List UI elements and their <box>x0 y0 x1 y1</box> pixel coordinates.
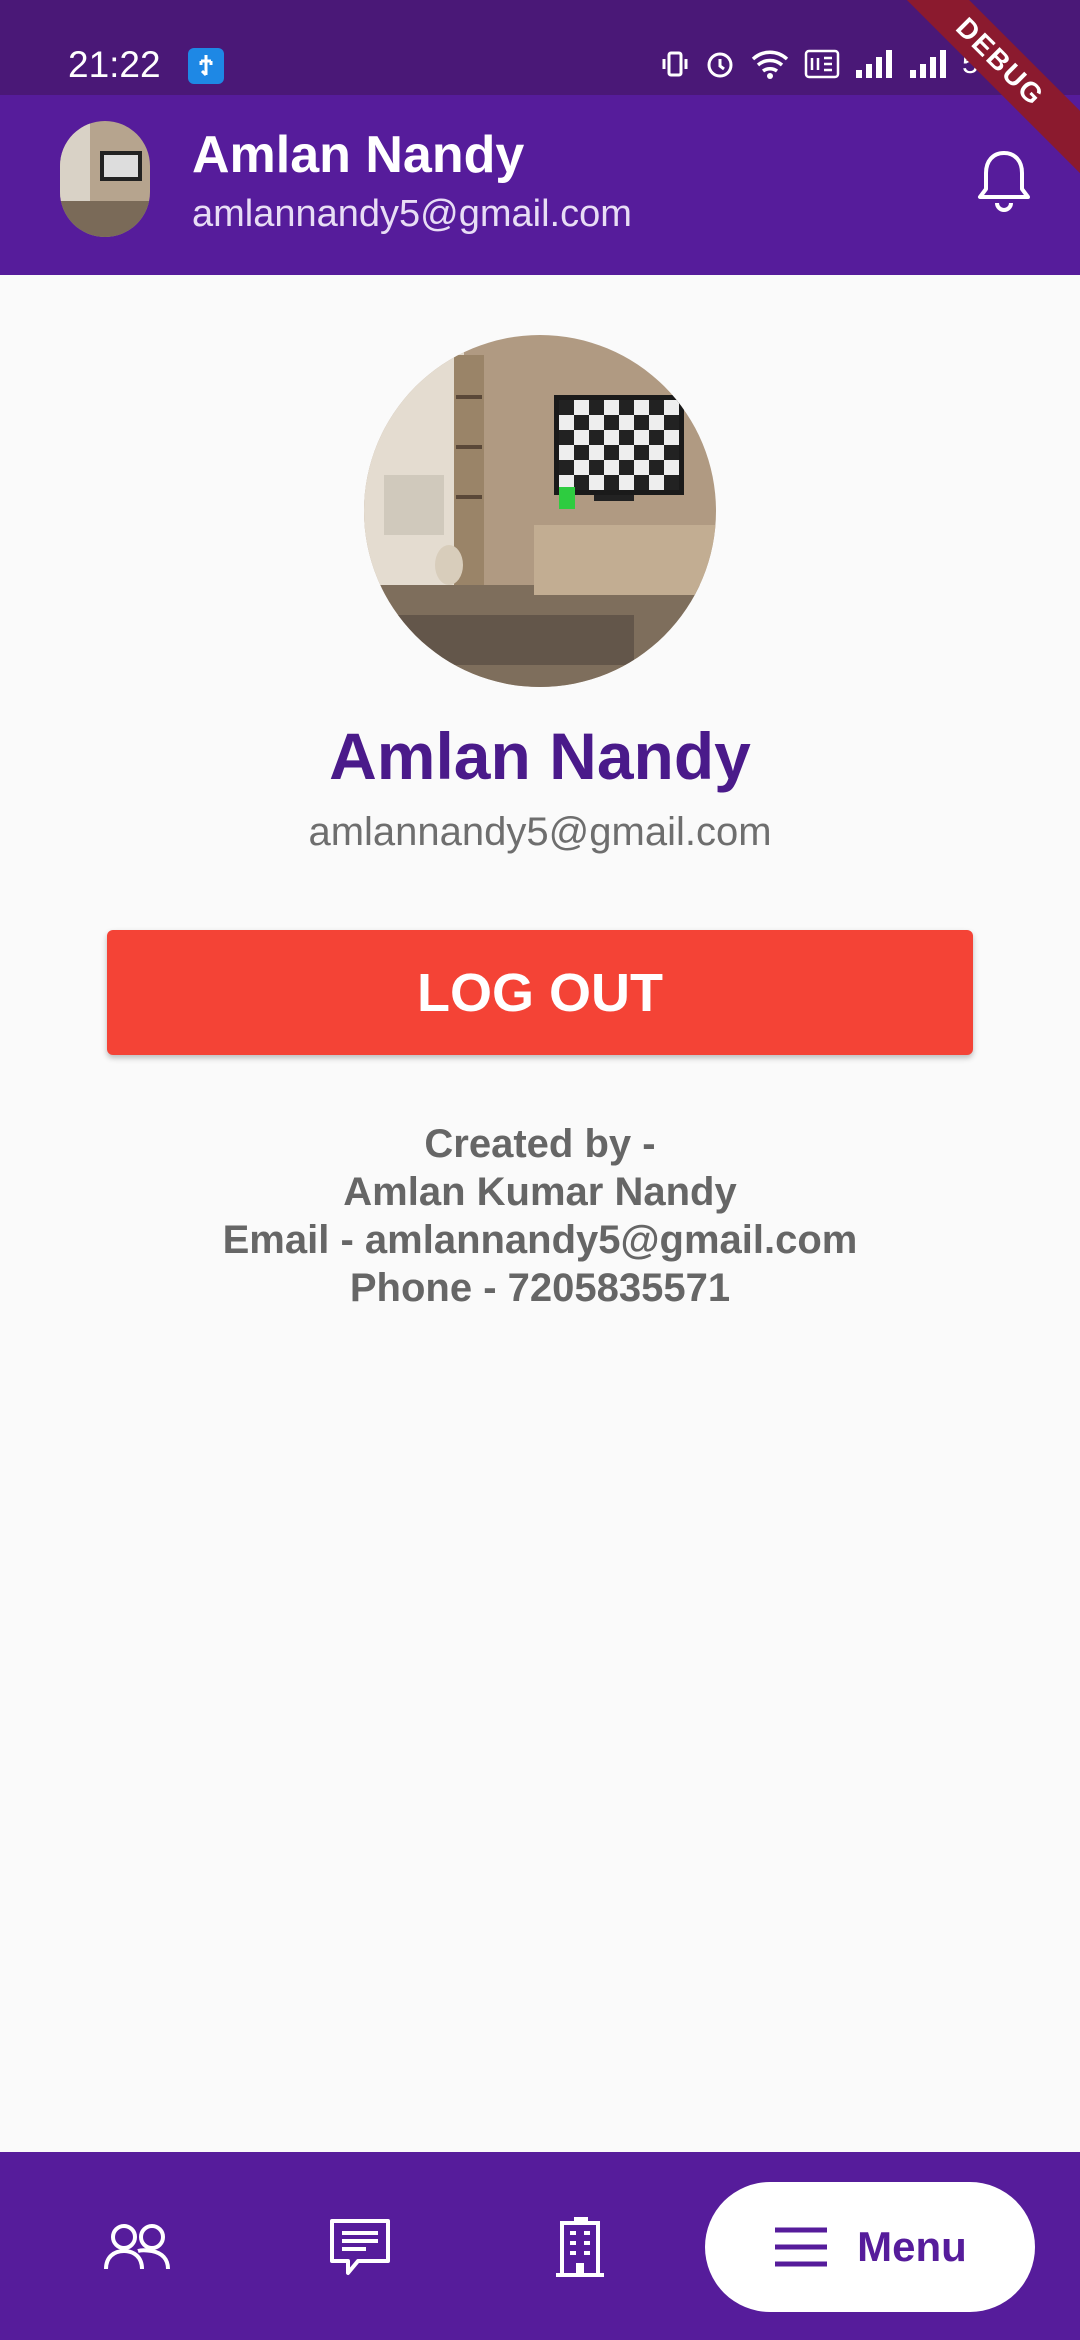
signal-icon-2 <box>909 50 946 78</box>
credits-email: Email - amlannandy5@gmail.com <box>222 1218 858 1262</box>
credits-line: Created by - <box>424 1122 656 1166</box>
profile-name: Amlan Nandy <box>329 719 751 793</box>
signal-icon-1 <box>855 50 892 78</box>
notification-bell-icon[interactable] <box>974 147 1034 215</box>
menu-button[interactable]: Menu <box>705 2182 1035 2312</box>
app-bar-user-email: amlannandy5@gmail.com <box>192 193 632 235</box>
wifi-icon <box>751 50 789 79</box>
profile-email: amlannandy5@gmail.com <box>308 810 772 854</box>
logout-button[interactable]: LOG OUT <box>107 930 973 1055</box>
bottom-nav: Menu <box>0 2152 1080 2340</box>
status-bar: 21:22 55% <box>0 0 1080 95</box>
usb-icon <box>188 48 224 84</box>
avatar[interactable] <box>60 121 150 237</box>
alarm-icon <box>707 52 733 78</box>
hamburger-icon <box>775 2227 828 2267</box>
status-time: 21:22 <box>68 44 161 85</box>
app-bar-user-name: Amlan Nandy <box>192 126 525 184</box>
credits-author: Amlan Kumar Nandy <box>343 1170 737 1214</box>
credits-phone: Phone - 7205835571 <box>349 1266 731 1310</box>
profile-photo <box>364 335 716 687</box>
nav-building-icon[interactable] <box>540 2212 620 2282</box>
nav-chat-icon[interactable] <box>320 2212 400 2282</box>
menu-label: Menu <box>857 2223 967 2270</box>
credits: Created by - Amlan Kumar Nandy Email - a… <box>0 1120 1080 1312</box>
vibrate-icon <box>662 51 688 77</box>
volte-icon <box>804 49 840 79</box>
app-bar: Amlan Nandy amlannandy5@gmail.com <box>0 95 1080 275</box>
nav-users-icon[interactable] <box>98 2212 178 2282</box>
